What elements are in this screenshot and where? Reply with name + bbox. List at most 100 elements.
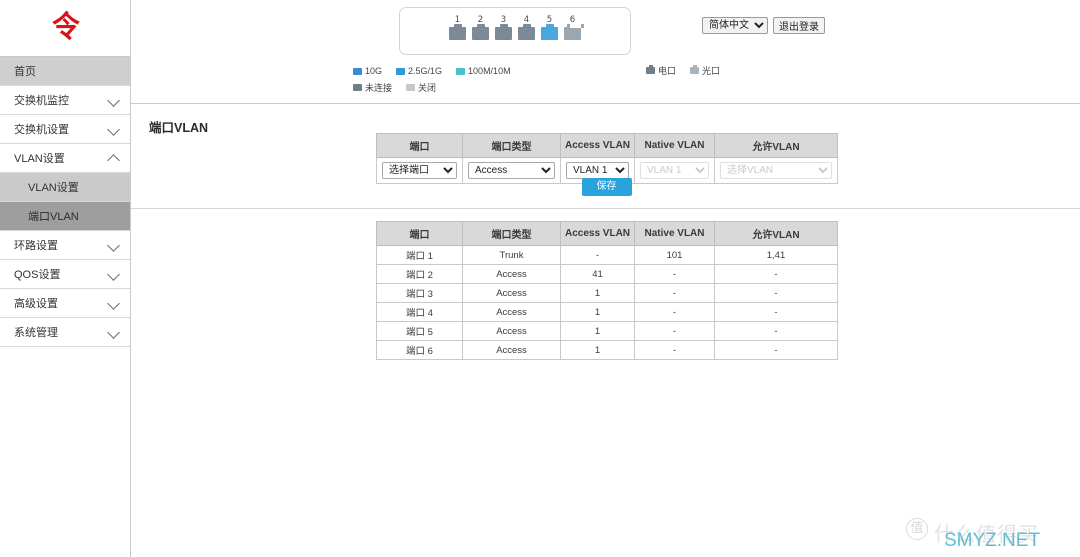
watermark: 值 什么值得买 SMYZ.NET — [902, 506, 1072, 552]
chevron-down-icon — [108, 268, 120, 280]
table-cell: - — [715, 284, 838, 303]
vlan-list-table: 端口端口类型Access VLANNative VLAN允许VLAN 端口 1T… — [376, 221, 838, 360]
save-button[interactable]: 保存 — [582, 178, 632, 196]
language-select[interactable]: 简体中文English — [702, 17, 768, 34]
table-cell: 端口 5 — [377, 322, 463, 341]
page-title: 端口VLAN — [149, 117, 208, 136]
legend-item: 关闭 — [406, 81, 436, 94]
table-cell: 端口 2 — [377, 265, 463, 284]
table-cell: - — [635, 265, 715, 284]
save-button-container: 保存 — [376, 176, 837, 196]
topbar-controls: 简体中文English 退出登录 — [702, 17, 825, 34]
sidebar-item-8[interactable]: 高级设置 — [0, 289, 130, 318]
sidebar-nav: 首页交换机监控交换机设置 VLAN设置VLAN设置端口VLAN 环路设置 QOS设置高… — [0, 57, 130, 347]
chevron-down-icon — [108, 326, 120, 338]
port-indicator-4[interactable]: 4 — [517, 15, 536, 40]
legend-item: 2.5G/1G — [396, 66, 442, 76]
form-col-header-2: Access VLAN — [561, 134, 635, 158]
form-col-header-0: 端口 — [377, 134, 463, 158]
table-cell: - — [635, 303, 715, 322]
form-col-header-4: 允许VLAN — [715, 134, 838, 158]
port-indicator-6[interactable]: 6 — [563, 15, 582, 40]
sidebar-item-4[interactable]: VLAN设置 — [0, 173, 130, 202]
table-cell: - — [635, 284, 715, 303]
table-cell: 端口 6 — [377, 341, 463, 360]
sidebar-item-label: 系统管理 — [14, 324, 102, 340]
list-col-header-1: 端口类型 — [463, 222, 561, 246]
sidebar-item-5[interactable]: 端口VLAN — [0, 202, 130, 231]
chevron-down-icon — [108, 94, 120, 106]
legend-label: 2.5G/1G — [408, 66, 442, 76]
legend-swatch-icon — [406, 84, 415, 91]
table-cell: - — [635, 322, 715, 341]
sidebar-item-9[interactable]: 系统管理 — [0, 318, 130, 347]
page-root: 令 首页交换机监控交换机设置VLAN设置VLAN设置端口VLAN环路设置QOS设… — [0, 0, 1080, 557]
table-cell: - — [635, 341, 715, 360]
watermark-badge-icon: 值 — [906, 518, 928, 540]
chevron-down-icon — [108, 297, 120, 309]
table-row: 端口 5Access1-- — [377, 322, 838, 341]
table-cell: 1 — [561, 284, 635, 303]
sidebar: 令 首页交换机监控交换机设置 VLAN设置VLAN设置端口VLAN 环路设置 QOS设… — [0, 0, 131, 557]
section-divider — [131, 208, 1080, 209]
legend-state-row: 未连接关闭 — [353, 80, 525, 94]
brand-logo-icon: 令 — [52, 13, 79, 43]
legend-label: 光口 — [702, 64, 720, 77]
list-col-header-4: 允许VLAN — [715, 222, 838, 246]
sidebar-item-label: 高级设置 — [14, 295, 102, 311]
port-indicator-5[interactable]: 5 — [540, 15, 559, 40]
logo-container: 令 — [0, 0, 130, 57]
chevron-down-icon — [108, 123, 120, 135]
table-cell: Access — [463, 341, 561, 360]
port-type-swatch-icon — [690, 67, 699, 74]
sidebar-item-2[interactable]: 交换机设置 — [0, 115, 130, 144]
legend-label: 关闭 — [418, 81, 436, 94]
rj45-port-icon — [518, 27, 535, 40]
sidebar-item-7[interactable]: QOS设置 — [0, 260, 130, 289]
sidebar-item-label: 交换机监控 — [14, 92, 102, 108]
sidebar-filler — [0, 347, 130, 557]
list-col-header-2: Access VLAN — [561, 222, 635, 246]
list-col-header-0: 端口 — [377, 222, 463, 246]
port-indicator-1[interactable]: 1 — [448, 15, 467, 40]
rj45-port-icon — [472, 27, 489, 40]
chevron-down-icon — [108, 239, 120, 251]
legend-item: 10G — [353, 66, 382, 76]
table-cell: Access — [463, 284, 561, 303]
rj45-port-icon — [541, 27, 558, 40]
table-cell: Trunk — [463, 246, 561, 265]
table-cell: 41 — [561, 265, 635, 284]
sidebar-item-label: 交换机设置 — [14, 121, 102, 137]
port-type-swatch-icon — [646, 67, 655, 74]
form-header-row: 端口端口类型Access VLANNative VLAN允许VLAN — [377, 134, 838, 158]
form-col-header-1: 端口类型 — [463, 134, 561, 158]
sidebar-item-label: 环路设置 — [14, 237, 102, 253]
port-status-panel: 123456 — [399, 7, 631, 55]
port-indicator-3[interactable]: 3 — [494, 15, 513, 40]
table-cell: 101 — [635, 246, 715, 265]
table-cell: 端口 1 — [377, 246, 463, 265]
fiber-port-icon — [564, 27, 581, 40]
legend-swatch-icon — [456, 68, 465, 75]
legend-item: 电口 — [646, 64, 676, 77]
port-indicator-2[interactable]: 2 — [471, 15, 490, 40]
list-header-row: 端口端口类型Access VLANNative VLAN允许VLAN — [377, 222, 838, 246]
list-col-header-3: Native VLAN — [635, 222, 715, 246]
sidebar-item-1[interactable]: 交换机监控 — [0, 86, 130, 115]
legend-item: 光口 — [690, 64, 720, 77]
table-cell: - — [561, 246, 635, 265]
sidebar-item-3[interactable]: VLAN设置 — [0, 144, 130, 173]
sidebar-item-6[interactable]: 环路设置 — [0, 231, 130, 260]
main-column: 123456 10G2.5G/1G100M/10M 未连接关闭 电口光口 简体中… — [131, 0, 1080, 557]
table-cell: Access — [463, 303, 561, 322]
legend-item: 100M/10M — [456, 66, 511, 76]
table-cell: 端口 4 — [377, 303, 463, 322]
table-cell: Access — [463, 322, 561, 341]
sidebar-item-0[interactable]: 首页 — [0, 57, 130, 86]
table-cell: 1 — [561, 303, 635, 322]
logout-button[interactable]: 退出登录 — [773, 17, 825, 34]
legend-label: 10G — [365, 66, 382, 76]
table-row: 端口 1Trunk-1011,41 — [377, 246, 838, 265]
table-cell: 1,41 — [715, 246, 838, 265]
list-body: 端口 1Trunk-1011,41端口 2Access41--端口 3Acces… — [377, 246, 838, 360]
